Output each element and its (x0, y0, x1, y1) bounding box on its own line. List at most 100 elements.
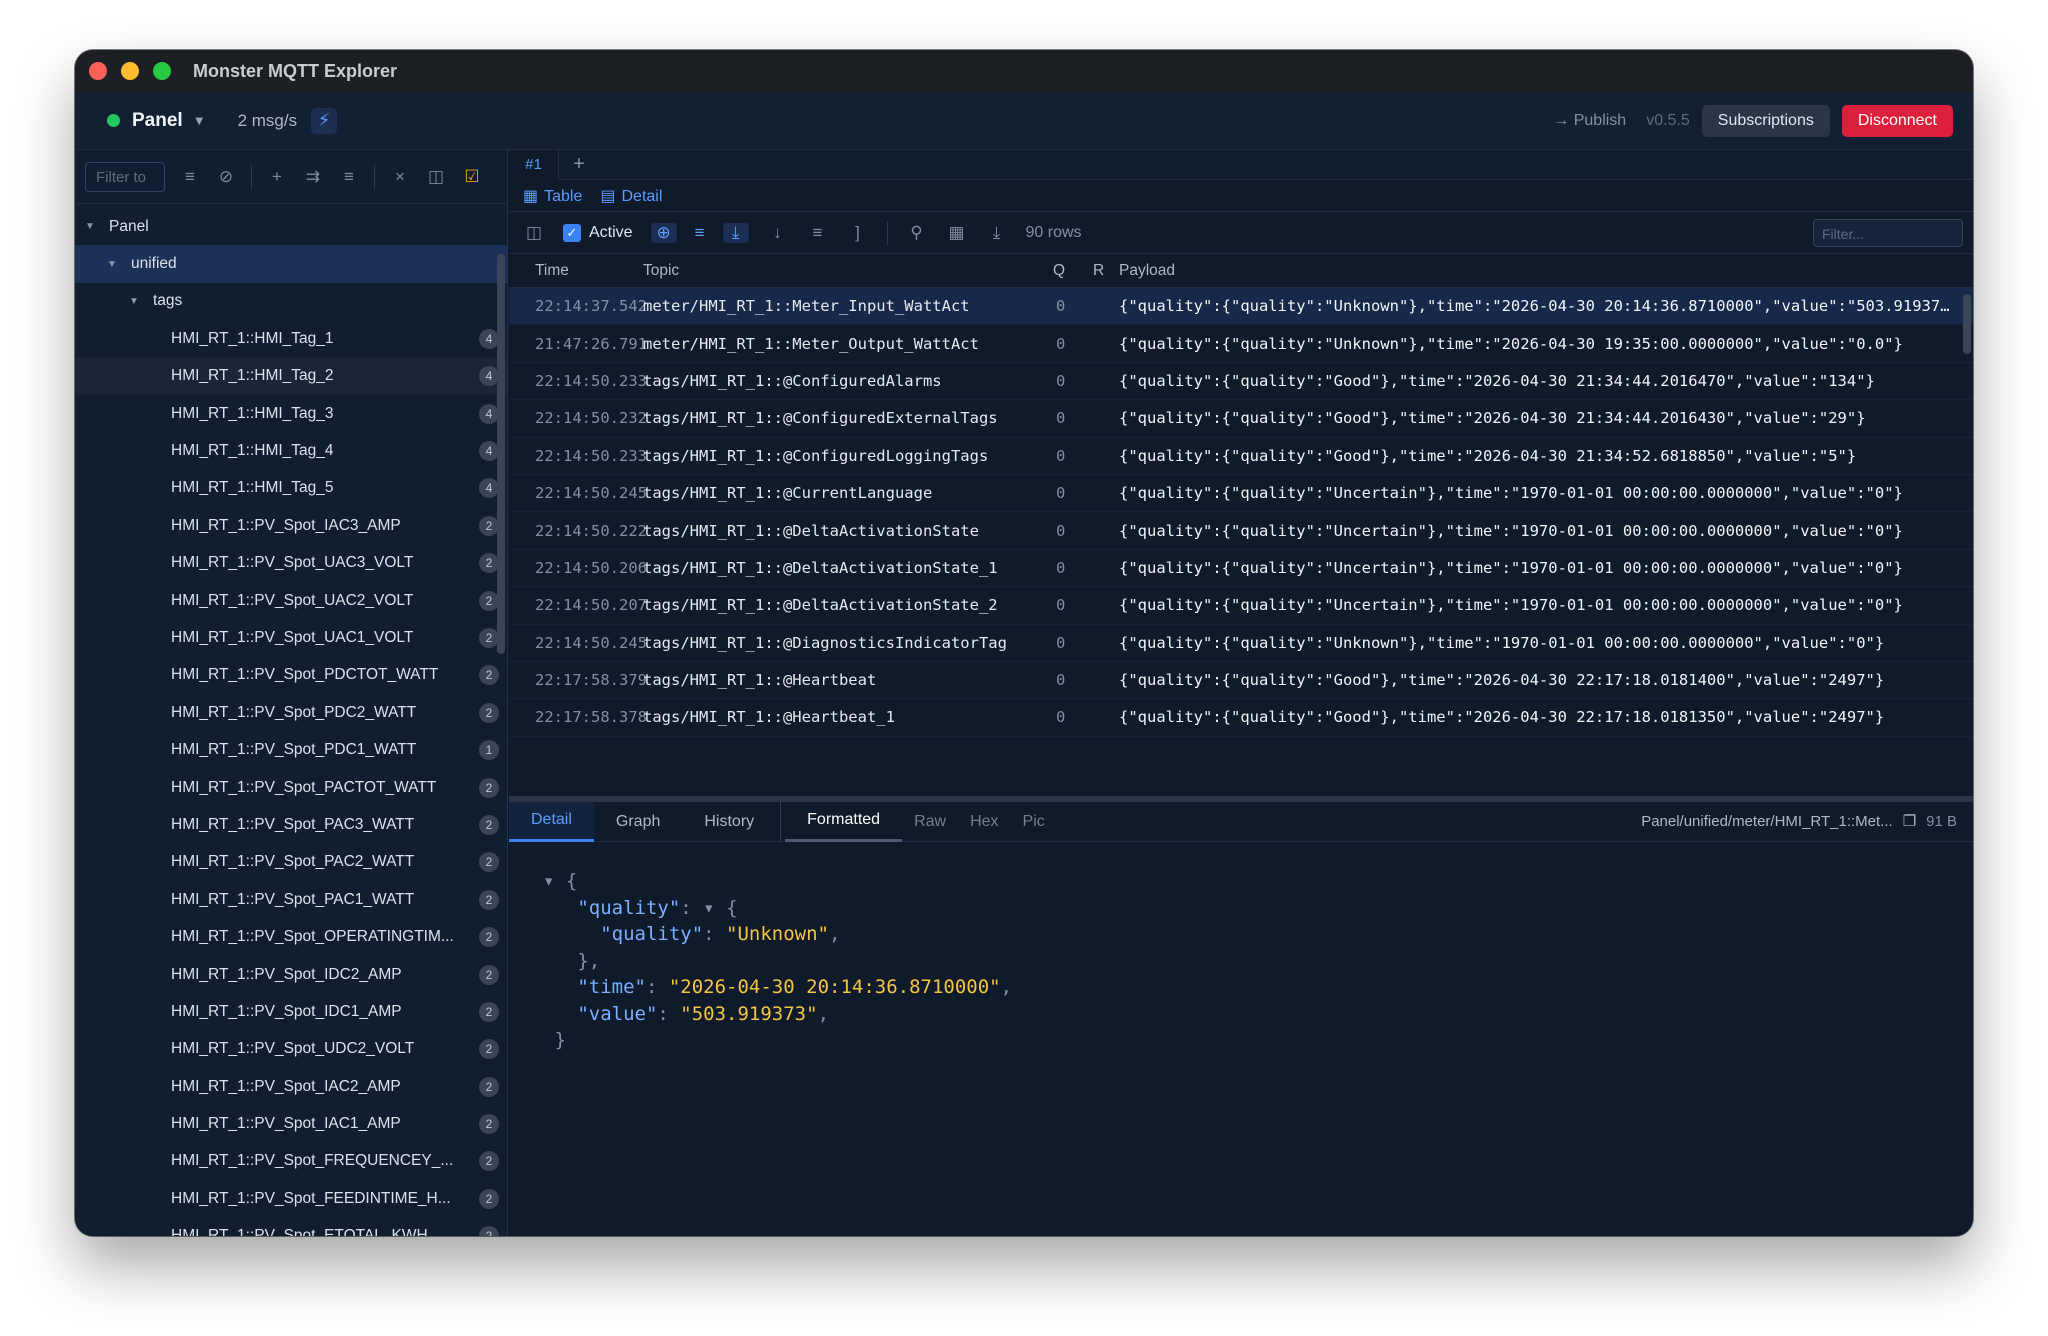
connection-name[interactable]: Panel (132, 110, 183, 132)
disconnect-button[interactable]: Disconnect (1841, 105, 1953, 137)
minimize-window-button[interactable] (121, 62, 139, 80)
tree-node-tag[interactable]: HMI_RT_1::PV_Spot_PDCTOT_WATT 2 (75, 657, 507, 694)
tree-node-tag[interactable]: HMI_RT_1::HMI_Tag_3 4 (75, 395, 507, 432)
tree-node-tag[interactable]: HMI_RT_1::PV_Spot_IDC1_AMP 2 (75, 993, 507, 1030)
expand-all-icon[interactable]: ⇉ (302, 167, 324, 187)
clear-filter-icon[interactable]: ⊘ (215, 167, 237, 187)
table-row[interactable]: 22:14:50.245 tags/HMI_RT_1::@DiagnosticsI… (509, 625, 1973, 662)
table-row[interactable]: 22:17:58.378 tags/HMI_RT_1::@Heartbeat_1 0… (509, 699, 1973, 737)
tab-raw[interactable]: Raw (902, 802, 958, 842)
tree-node-tags[interactable]: ▼ tags (75, 283, 507, 320)
clipboard-check-icon[interactable]: ☑ (461, 167, 483, 187)
tree-node-tag[interactable]: HMI_RT_1::PV_Spot_PDC2_WATT 2 (75, 694, 507, 731)
table-row[interactable]: 22:14:37.542 meter/HMI_RT_1::Meter_Input_… (509, 288, 1973, 326)
detail-view-button[interactable]: ▤ Detail (600, 186, 662, 206)
table-row[interactable]: 22:14:50.233 tags/HMI_RT_1::@ConfiguredLo… (509, 438, 1973, 475)
bracket-icon[interactable]: ] (847, 223, 869, 243)
main-area: #1 + ▦ Table ▤ Detail ◫ ✓ Active ⊕ ≡ ⤓ ↓ ≡… (509, 149, 1973, 1236)
tab-1[interactable]: #1 (509, 149, 559, 180)
tree-node-tag[interactable]: HMI_RT_1::PV_Spot_IDC2_AMP 2 (75, 956, 507, 993)
copy-icon[interactable]: ❐ (1903, 812, 1916, 830)
pin-icon[interactable]: ⚲ (906, 223, 928, 243)
bolt-icon[interactable]: ⚡︎ (311, 107, 338, 134)
table-row[interactable]: 22:14:50.245 tags/HMI_RT_1::@CurrentLangu… (509, 475, 1973, 513)
export-icon[interactable]: ⤓ (986, 223, 1008, 243)
tree-filter-input[interactable]: Filter to (85, 161, 165, 192)
collapse-toggle-icon[interactable]: ▾ (703, 897, 714, 919)
collapse-toggle-icon[interactable]: ▾ (543, 870, 554, 892)
tab-formatted[interactable]: Formatted (785, 802, 903, 842)
sort-icon[interactable]: ≡ (179, 167, 201, 187)
tree-node-tag[interactable]: HMI_RT_1::PV_Spot_PAC2_WATT 2 (75, 844, 507, 881)
col-topic[interactable]: Topic (643, 262, 1053, 280)
tree-node-unified[interactable]: ▼ unified (75, 245, 507, 283)
tree-node-root[interactable]: ▼ Panel (75, 208, 507, 245)
zoom-window-button[interactable] (153, 62, 171, 80)
table-filter-input[interactable]: Filter... (1813, 219, 1963, 247)
col-time[interactable]: Time (509, 262, 643, 280)
download-icon[interactable]: ⤓ (722, 222, 749, 243)
active-checkbox[interactable]: ✓ (563, 223, 581, 242)
col-q[interactable]: Q (1053, 262, 1093, 280)
table-scrollbar[interactable] (1963, 294, 1971, 354)
columns-icon[interactable]: ▦ (946, 223, 968, 243)
caret-down-icon[interactable]: ▼ (129, 296, 141, 307)
tree-node-tag[interactable]: HMI_RT_1::PV_Spot_PACTOT_WATT 2 (75, 769, 507, 806)
caret-down-icon[interactable]: ▼ (107, 259, 119, 270)
target-icon[interactable]: ⊕ (650, 222, 677, 243)
tab-detail[interactable]: Detail (509, 801, 594, 842)
table-row[interactable]: 22:14:50.222 tags/HMI_RT_1::@DeltaActivat… (509, 512, 1973, 550)
sidebar-scrollbar[interactable] (497, 254, 505, 654)
tree-node-tag[interactable]: HMI_RT_1::PV_Spot_IAC1_AMP 2 (75, 1105, 507, 1142)
cell-q: 0 (1056, 558, 1066, 577)
tree-node-tag[interactable]: HMI_RT_1::HMI_Tag_5 4 (75, 470, 507, 507)
tree-node-tag[interactable]: HMI_RT_1::PV_Spot_PDC1_WATT 1 (75, 731, 507, 768)
tree-node-label: HMI_RT_1::PV_Spot_PDC1_WATT (171, 741, 417, 759)
table-view-button[interactable]: ▦ Table (523, 186, 582, 206)
tree-node-tag[interactable]: HMI_RT_1::PV_Spot_UAC2_VOLT 2 (75, 582, 507, 619)
col-r[interactable]: R (1093, 262, 1119, 280)
trash-icon[interactable]: ◫ (425, 167, 447, 187)
tree-node-tag[interactable]: HMI_RT_1::PV_Spot_UAC1_VOLT 2 (75, 619, 507, 656)
table-row[interactable]: 22:14:50.207 tags/HMI_RT_1::@DeltaActivat… (509, 587, 1973, 625)
tree-node-tag[interactable]: HMI_RT_1::PV_Spot_ETOTAL_KWH 2 (75, 1218, 507, 1236)
tree-node-tag[interactable]: HMI_RT_1::PV_Spot_UDC2_VOLT 2 (75, 1031, 507, 1068)
col-payload[interactable]: Payload (1119, 262, 1973, 280)
table-row[interactable]: 22:14:50.206 tags/HMI_RT_1::@DeltaActivat… (509, 550, 1973, 588)
table-row[interactable]: 22:14:50.233 tags/HMI_RT_1::@ConfiguredAl… (509, 363, 1973, 401)
add-tab-button[interactable]: + (559, 153, 599, 176)
tab-pic[interactable]: Pic (1011, 802, 1057, 842)
chevron-down-icon[interactable]: ▼ (193, 113, 206, 128)
table-row[interactable]: 21:47:26.791 meter/HMI_RT_1::Meter_Output… (509, 325, 1973, 363)
caret-down-icon[interactable]: ▼ (85, 221, 97, 232)
collapse-all-icon[interactable]: ≡ (338, 167, 360, 187)
tree-node-tag[interactable]: HMI_RT_1::PV_Spot_PAC3_WATT 2 (75, 806, 507, 843)
subscriptions-button[interactable]: Subscriptions (1701, 105, 1830, 137)
wrap-icon[interactable]: ≡ (807, 223, 829, 243)
tree-node-tag[interactable]: HMI_RT_1::PV_Spot_IAC2_AMP 2 (75, 1068, 507, 1105)
sort-icon[interactable]: ≡ (695, 223, 705, 243)
cell-payload: {"quality":{"quality":"Uncertain"},"time… (1119, 484, 1903, 503)
tree-node-tag[interactable]: HMI_RT_1::HMI_Tag_2 4 (75, 357, 507, 395)
tab-graph[interactable]: Graph (594, 802, 682, 842)
tree-node-tag[interactable]: HMI_RT_1::HMI_Tag_1 4 (75, 320, 507, 357)
publish-button[interactable]: → Publish (1553, 112, 1626, 130)
cell-time: 22:14:37.542 (535, 297, 647, 316)
tree-node-tag[interactable]: HMI_RT_1::PV_Spot_FREQUENCEY_... 2 (75, 1143, 507, 1180)
tab-hex[interactable]: Hex (958, 802, 1010, 842)
tree-node-tag[interactable]: HMI_RT_1::PV_Spot_PAC1_WATT 2 (75, 881, 507, 918)
tree-node-tag[interactable]: HMI_RT_1::PV_Spot_FEEDINTIME_H... 2 (75, 1180, 507, 1217)
tab-history[interactable]: History (682, 802, 776, 842)
cell-payload: {"quality":{"quality":"Uncertain"},"time… (1119, 521, 1903, 540)
add-icon[interactable]: + (266, 167, 288, 187)
table-row[interactable]: 22:14:50.232 tags/HMI_RT_1::@ConfiguredEx… (509, 400, 1973, 438)
arrow-down-icon[interactable]: ↓ (767, 223, 789, 243)
tree-node-tag[interactable]: HMI_RT_1::PV_Spot_UAC3_VOLT 2 (75, 545, 507, 582)
trash-icon[interactable]: ◫ (523, 223, 545, 243)
table-row[interactable]: 22:17:58.379 tags/HMI_RT_1::@Heartbeat 0 {"… (509, 662, 1973, 700)
tree-node-tag[interactable]: HMI_RT_1::HMI_Tag_4 4 (75, 432, 507, 469)
tree-node-tag[interactable]: HMI_RT_1::PV_Spot_OPERATINGTIM... 2 (75, 918, 507, 955)
tree-node-tag[interactable]: HMI_RT_1::PV_Spot_IAC3_AMP 2 (75, 507, 507, 544)
close-icon[interactable]: × (389, 167, 411, 187)
close-window-button[interactable] (89, 62, 107, 80)
